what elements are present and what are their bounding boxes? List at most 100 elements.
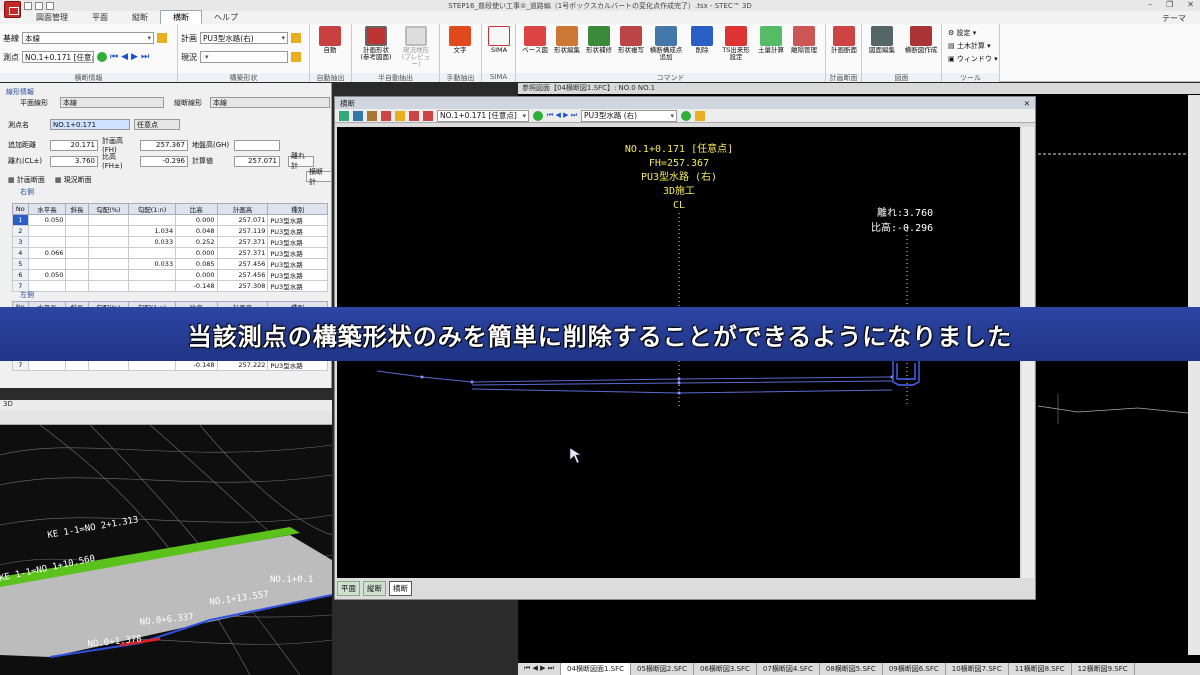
zoom-fit-icon[interactable] — [339, 110, 349, 121]
table-cell[interactable] — [27, 359, 67, 371]
sheet-tab[interactable]: 06横断図3.SFC — [694, 663, 757, 675]
pan-icon[interactable] — [367, 110, 377, 121]
row-number-cell[interactable]: 5 — [12, 258, 29, 270]
table-cell[interactable]: 0.033 — [127, 258, 177, 270]
table-cell[interactable]: PU3型水路 — [267, 269, 328, 281]
table-row[interactable]: 6 0.050 0.000 257.456 PU3型水路 — [12, 269, 328, 281]
view-tab-profile[interactable]: 縦断 — [363, 581, 386, 596]
sheet-nav-first-icon[interactable]: ⏮ ◀ ▶ ⏭ — [518, 663, 562, 675]
tab-drawing-management[interactable]: 図面管理 — [24, 11, 80, 24]
prev-station-icon[interactable]: ⏮ ◀ ▶ ⏭ — [547, 111, 577, 120]
view-tab-plan[interactable]: 平面 — [337, 581, 360, 596]
table-cell[interactable] — [127, 359, 177, 371]
sheet-tab[interactable]: 05横断図2.SFC — [631, 663, 694, 675]
cross-shape-select[interactable]: PU3型水路 (右) — [581, 109, 678, 122]
offset-value[interactable]: 3.760 — [50, 155, 98, 167]
table-cell[interactable] — [87, 280, 129, 292]
section-calc-button[interactable]: 横断計 — [306, 168, 332, 186]
table-cell[interactable]: PU3型水路 — [267, 247, 328, 259]
sima-button[interactable]: SIMA — [488, 26, 510, 54]
earth-calc-menu[interactable]: ▤ 土木計算 ▾ — [948, 40, 998, 53]
edit-icon[interactable] — [395, 110, 405, 121]
table-cell[interactable] — [65, 258, 89, 270]
table-cell[interactable]: 257.119 — [216, 225, 269, 237]
drawing-edit-button[interactable]: 図面編集 — [865, 26, 899, 54]
pencil-icon[interactable] — [291, 52, 301, 62]
add-distance-value[interactable]: 20.171 — [50, 139, 98, 151]
close-icon[interactable]: ✕ — [1187, 0, 1194, 9]
tab-cross-section[interactable]: 横断 — [160, 10, 202, 24]
plan-section-button[interactable]: 計画断面 — [829, 26, 859, 54]
table-cell[interactable] — [127, 269, 177, 281]
relative-height-value[interactable]: -0.296 — [140, 155, 188, 167]
table-cell[interactable] — [87, 359, 129, 371]
zoom-in-icon[interactable] — [353, 110, 363, 121]
table-cell[interactable] — [87, 258, 129, 270]
pencil-icon[interactable] — [157, 33, 167, 43]
save-icon[interactable] — [46, 1, 54, 10]
table-cell[interactable]: 1.034 — [127, 225, 177, 237]
shape-fix-button[interactable]: 形状補修 — [584, 26, 614, 54]
station-name-field[interactable]: NO.1+0.171 — [50, 119, 130, 130]
table-cell[interactable]: 257.371 — [216, 236, 269, 248]
table-cell[interactable] — [65, 269, 89, 281]
table-cell[interactable] — [27, 236, 67, 248]
3d-view-window[interactable]: 3D KE 1-1=NO 2+1.313 KE 1-1=NO 1+10.560 … — [0, 400, 332, 675]
tab-plan[interactable]: 平面 — [80, 11, 120, 24]
ts-setting-button[interactable]: TS出来形 設定 — [720, 26, 752, 61]
table-cell[interactable]: 0.000 — [175, 269, 218, 281]
ground-height-value[interactable] — [234, 139, 280, 151]
table-cell[interactable]: -0.148 — [175, 280, 218, 292]
section-point-button[interactable]: 横断構成点 追加 — [648, 26, 684, 61]
table-cell[interactable] — [65, 247, 89, 259]
new-file-icon[interactable] — [24, 1, 32, 10]
table-row[interactable]: 1 0.050 0.000 257.071 PU3型水路 — [12, 214, 328, 226]
sheet-tab[interactable]: 11横断図8.SFC — [1009, 663, 1072, 675]
table-cell[interactable] — [65, 225, 89, 237]
table-cell[interactable] — [87, 225, 129, 237]
table-cell[interactable]: 257.371 — [216, 247, 269, 259]
current-shape-button[interactable]: 現況地形 (プレビュー) — [398, 26, 434, 68]
add-station-icon[interactable] — [97, 52, 107, 62]
sheet-tab[interactable]: 04横断図面1.SFC — [561, 663, 631, 675]
table-cell[interactable]: 0.085 — [175, 258, 218, 270]
tab-profile[interactable]: 縦断 — [120, 11, 160, 24]
add-station-icon[interactable] — [533, 110, 543, 121]
close-icon[interactable]: ✕ — [1024, 99, 1030, 108]
plan-shape-select[interactable]: PU3型水路(右) — [200, 32, 288, 44]
table-cell[interactable] — [65, 359, 89, 371]
row-number-cell[interactable]: 7 — [12, 359, 29, 371]
cross-station-select[interactable]: NO.1+0.171 [任意点] — [437, 109, 529, 122]
first-station-icon[interactable]: ⏮ — [110, 52, 118, 62]
sheet-tab[interactable]: 12横断図9.SFC — [1072, 663, 1135, 675]
table-cell[interactable] — [27, 225, 67, 237]
table-cell[interactable] — [127, 214, 177, 226]
print-icon[interactable] — [409, 110, 419, 121]
table-cell[interactable]: PU3型水路 — [267, 214, 328, 226]
table-cell[interactable] — [65, 214, 89, 226]
table-cell[interactable] — [127, 247, 177, 259]
table-cell[interactable]: PU3型水路 — [267, 236, 328, 248]
3d-view-canvas[interactable]: KE 1-1=NO 2+1.313 KE 1-1=NO 1+10.560 NO.… — [0, 425, 332, 675]
table-cell[interactable]: PU3型水路 — [267, 225, 328, 237]
settings-menu[interactable]: ⚙ 設定 ▾ — [948, 27, 998, 40]
text-button[interactable]: 文字 — [449, 26, 471, 54]
table-cell[interactable]: 257.222 — [216, 359, 269, 371]
base-view-button[interactable]: ベース図 — [520, 26, 550, 54]
table-cell[interactable]: 257.456 — [216, 258, 269, 270]
table-cell[interactable] — [65, 236, 89, 248]
open-folder-icon[interactable] — [35, 1, 43, 10]
table-cell[interactable]: 0.000 — [175, 247, 218, 259]
image-icon[interactable] — [423, 110, 433, 121]
add-shape-icon[interactable] — [681, 110, 692, 121]
theme-menu[interactable]: テーマ — [1162, 13, 1186, 24]
shape-edit-button[interactable]: 形状編集 — [552, 26, 582, 54]
tab-current-section[interactable]: ▦ 現況断面 — [55, 175, 92, 185]
table-cell[interactable] — [87, 214, 129, 226]
sheet-tab[interactable]: 09横断図6.SFC — [883, 663, 946, 675]
table-cell[interactable] — [27, 258, 67, 270]
prev-station-icon[interactable]: ◀ — [121, 52, 128, 62]
window-menu[interactable]: ▣ ウィンドウ ▾ — [948, 53, 998, 66]
pencil-icon[interactable] — [291, 33, 301, 43]
tab-plan-section[interactable]: ▦ 計画断面 — [8, 175, 45, 185]
